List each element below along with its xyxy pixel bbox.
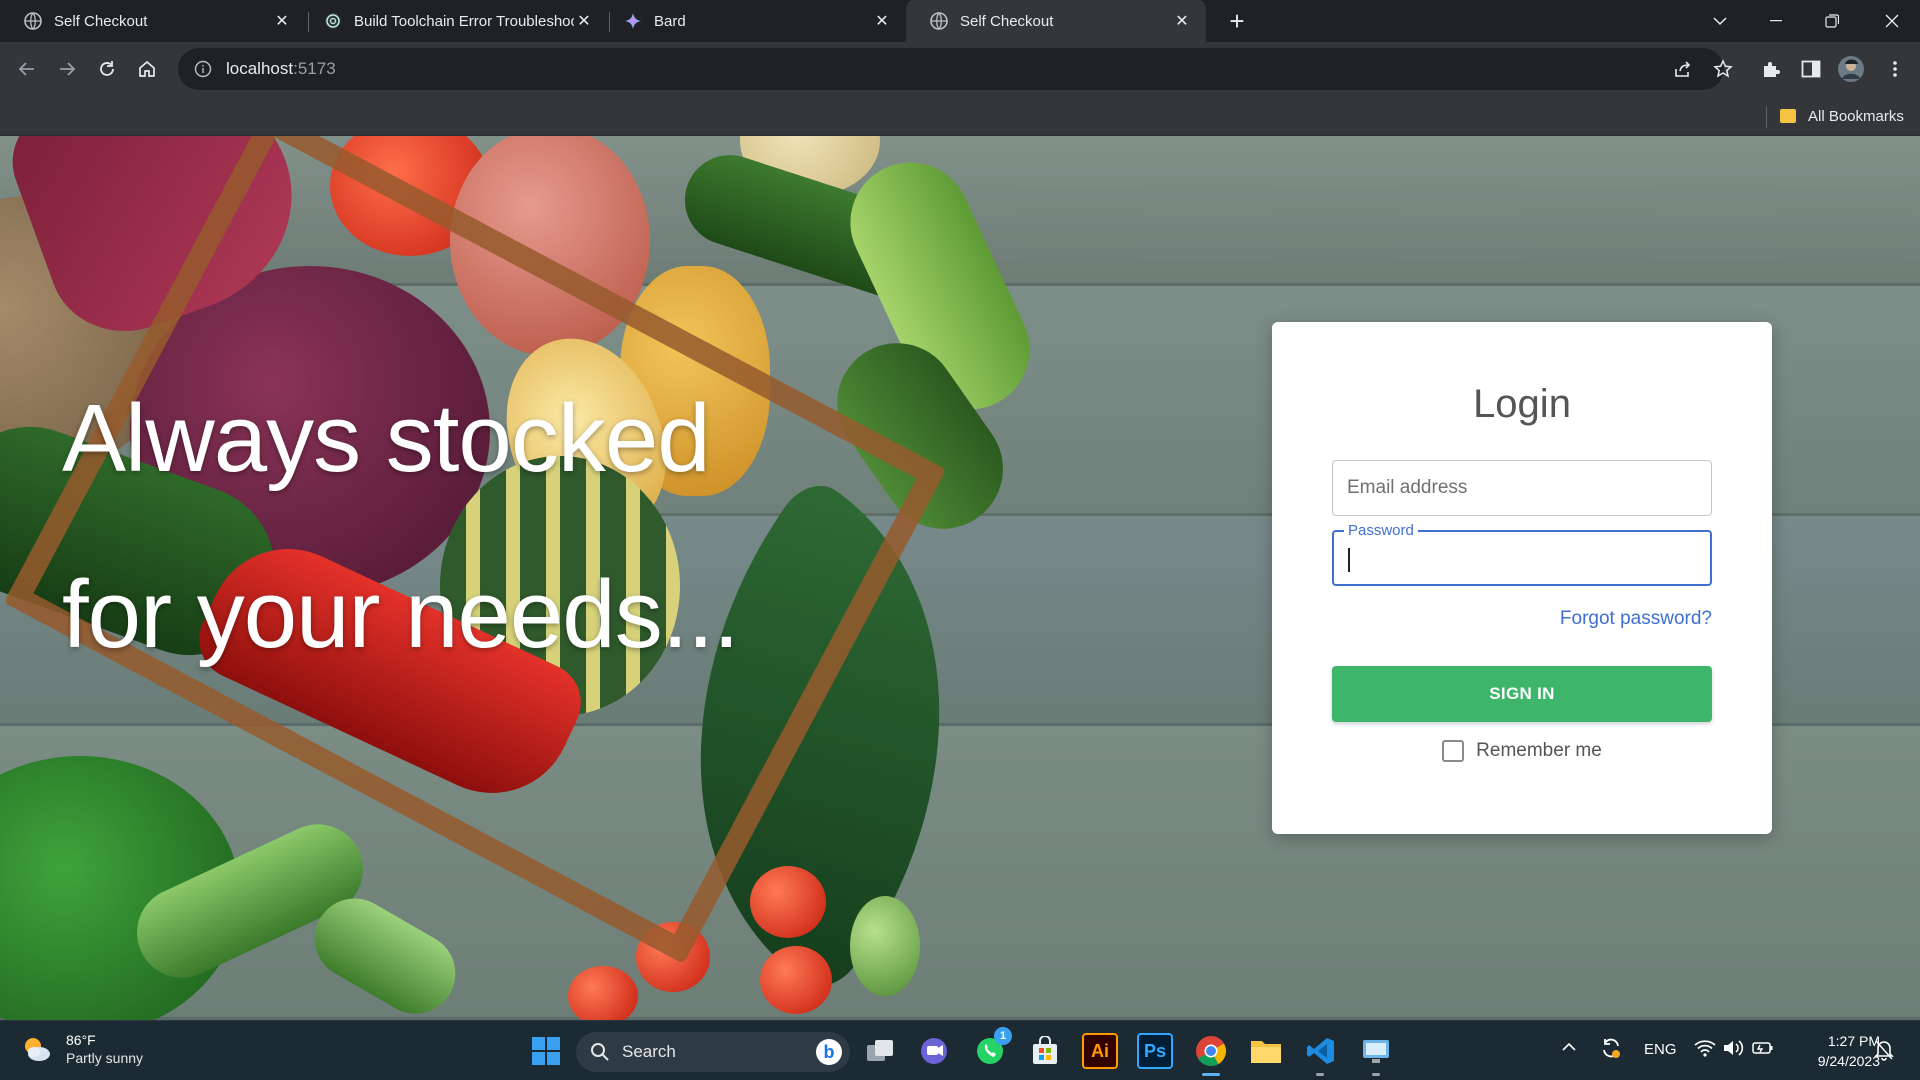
login-title: Login (1473, 382, 1571, 426)
vscode-icon[interactable] (1303, 1033, 1339, 1069)
search-label: Search (622, 1042, 676, 1061)
volume-icon[interactable] (1722, 1039, 1744, 1061)
microsoft-store-icon[interactable] (1027, 1033, 1063, 1069)
close-tab-icon[interactable]: ✕ (1172, 11, 1192, 31)
login-card: Login Password Forgot password? SIGN IN … (1272, 322, 1772, 834)
windows-start-icon[interactable] (528, 1033, 564, 1069)
clock-date: 9/24/2023 (1817, 1053, 1880, 1069)
tab-divider (308, 12, 309, 32)
whatsapp-icon[interactable]: 1 (972, 1027, 1012, 1069)
bookmarks-divider (1766, 106, 1767, 128)
notification-badge: 1 (994, 1027, 1012, 1045)
weather-temperature: 86°F (66, 1032, 96, 1048)
windows-taskbar: 86°F Partly sunny Search b 1 Ai Ps ENG 1… (0, 1020, 1920, 1080)
partly-sunny-icon (25, 1038, 50, 1061)
remember-me-label: Remember me (1476, 740, 1602, 761)
sync-status-icon[interactable] (1600, 1037, 1622, 1063)
tab-title: Build Toolchain Error Troubleshooting (354, 12, 574, 30)
new-tab-button[interactable]: + (1222, 6, 1252, 36)
forgot-password-link[interactable]: Forgot password? (1560, 608, 1712, 630)
close-tab-icon[interactable]: ✕ (872, 11, 892, 31)
taskbar-search-box[interactable]: Search b (576, 1032, 850, 1072)
globe-icon (24, 12, 42, 30)
clock-time: 1:27 PM (1827, 1033, 1880, 1049)
email-field[interactable] (1332, 460, 1712, 516)
file-explorer-icon[interactable] (1248, 1033, 1284, 1069)
profile-avatar[interactable] (1836, 54, 1866, 84)
all-bookmarks-button[interactable]: All Bookmarks (1780, 105, 1904, 127)
tab-build-toolchain[interactable]: Build Toolchain Error Troubleshooting ✕ (310, 0, 608, 42)
minimize-button[interactable] (1748, 0, 1804, 42)
text-cursor (1348, 548, 1350, 572)
weather-description: Partly sunny (66, 1050, 144, 1066)
password-field[interactable]: Password (1332, 522, 1712, 586)
tab-title: Self Checkout (54, 12, 148, 30)
site-info-icon[interactable] (194, 60, 212, 78)
close-tab-icon[interactable]: ✕ (272, 11, 292, 31)
bookmarks-bar: All Bookmarks (0, 96, 1920, 136)
bard-sparkle-icon (624, 12, 642, 30)
globe-icon (930, 12, 948, 30)
wifi-icon[interactable] (1694, 1039, 1716, 1061)
side-panel-icon[interactable] (1796, 54, 1826, 84)
email-input[interactable] (1333, 461, 1711, 515)
chrome-icon[interactable] (1193, 1033, 1229, 1069)
open-app-indicator (1372, 1073, 1380, 1076)
sign-in-button[interactable]: SIGN IN (1332, 666, 1712, 722)
back-arrow-icon[interactable] (12, 54, 42, 84)
system-clock[interactable]: 1:27 PM 9/24/2023 (1790, 1031, 1880, 1071)
browser-toolbar: localhost:5173 (0, 42, 1920, 96)
battery-icon[interactable] (1752, 1039, 1774, 1061)
tab-bard[interactable]: Bard ✕ (610, 0, 906, 42)
task-view-icon[interactable] (862, 1033, 898, 1069)
show-hidden-icons-chevron-icon[interactable] (1562, 1039, 1576, 1056)
remember-me-row[interactable]: Remember me (1272, 740, 1772, 762)
close-window-button[interactable] (1864, 0, 1920, 42)
close-tab-icon[interactable]: ✕ (574, 11, 594, 31)
url-text: localhost:5173 (226, 59, 336, 78)
tab-title: Bard (654, 12, 686, 30)
tab-search-chevron-icon[interactable] (1692, 0, 1748, 42)
teams-chat-icon[interactable] (916, 1033, 952, 1069)
chatgpt-icon (324, 12, 342, 30)
active-app-indicator (1202, 1073, 1220, 1076)
remote-desktop-icon[interactable] (1358, 1033, 1394, 1069)
restore-button[interactable] (1804, 0, 1860, 42)
hero-headline-line1: Always stocked (62, 385, 711, 492)
tab-self-checkout-1[interactable]: Self Checkout ✕ (0, 0, 306, 42)
forward-arrow-icon[interactable] (52, 54, 82, 84)
login-page: Always stocked for your needs... Login P… (0, 136, 1920, 1020)
hero-headline-line2: for your needs... (62, 561, 740, 668)
reload-icon[interactable] (92, 54, 122, 84)
share-icon[interactable] (1668, 54, 1698, 84)
photoshop-icon[interactable]: Ps (1137, 1033, 1173, 1069)
address-bar[interactable]: localhost:5173 (178, 48, 1724, 90)
tab-self-checkout-active[interactable]: Self Checkout ✕ (906, 0, 1206, 42)
tab-strip: Self Checkout ✕ Build Toolchain Error Tr… (0, 0, 1920, 42)
notifications-bell-icon[interactable] (1874, 1039, 1894, 1065)
remember-me-checkbox[interactable] (1442, 740, 1465, 762)
menu-kebab-icon[interactable] (1880, 54, 1910, 84)
weather-widget[interactable]: 86°F Partly sunny (20, 1031, 143, 1067)
language-indicator[interactable]: ENG (1644, 1041, 1677, 1058)
tab-title: Self Checkout (960, 12, 1054, 30)
extensions-puzzle-icon[interactable] (1756, 54, 1786, 84)
password-label: Password (1344, 522, 1418, 539)
home-icon[interactable] (132, 54, 162, 84)
search-icon (591, 1043, 609, 1061)
illustrator-icon[interactable]: Ai (1082, 1033, 1118, 1069)
all-bookmarks-label: All Bookmarks (1808, 107, 1904, 125)
bookmark-star-icon[interactable] (1708, 54, 1738, 84)
open-app-indicator (1316, 1073, 1324, 1076)
folder-icon (1780, 109, 1796, 123)
bing-icon[interactable]: b (816, 1039, 842, 1065)
